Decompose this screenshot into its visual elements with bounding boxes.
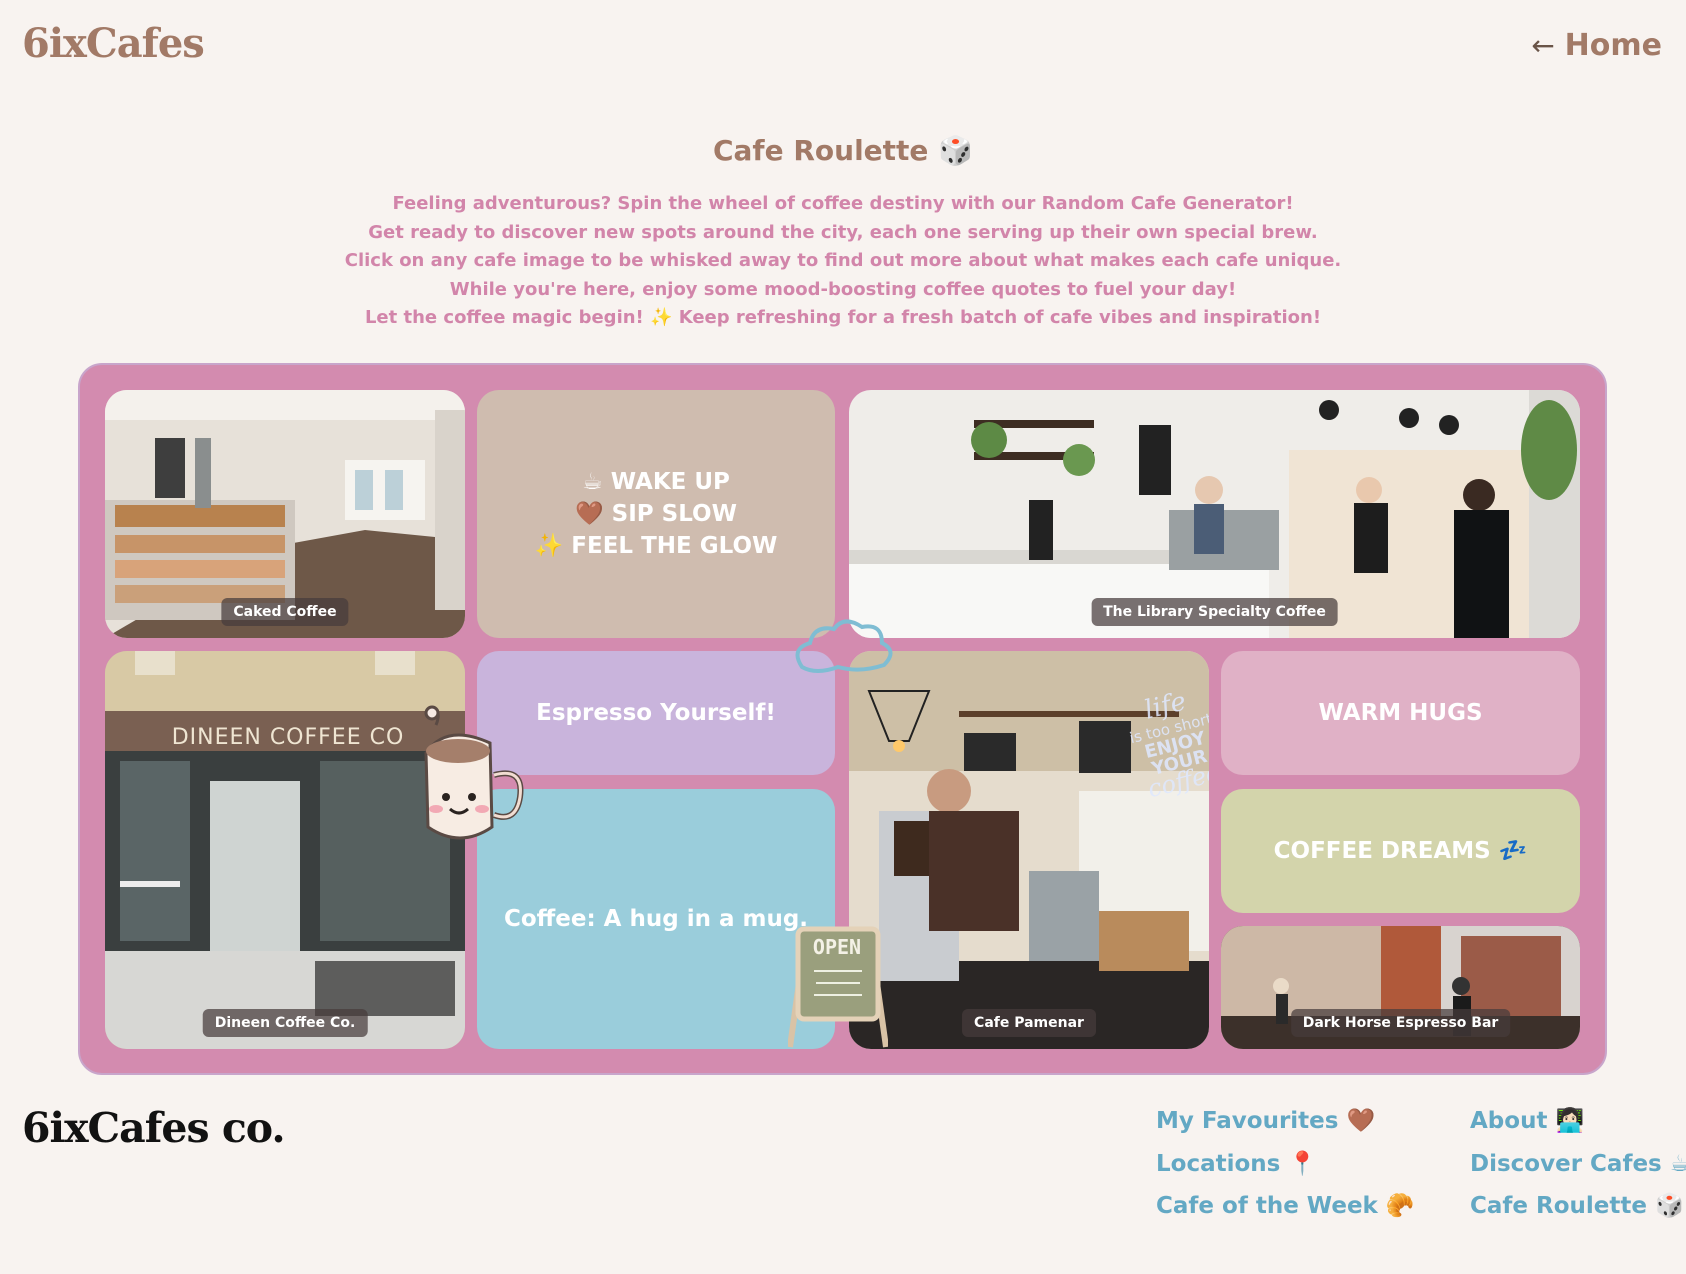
footer-logo[interactable]: 6ixCafes co. [22,1104,286,1152]
intro-line: Get ready to discover new spots around t… [368,221,1318,243]
cafe-caption: Dineen Coffee Co. [202,1009,368,1037]
cafe-photo [105,651,465,1049]
footer-link-locations[interactable]: Locations 📍 [1156,1147,1415,1190]
footer-link-about[interactable]: About 👩🏻‍💻 [1470,1104,1686,1147]
cafe-caption: The Library Specialty Coffee [1091,598,1338,626]
quote-text: COFFEE DREAMS 💤 [1273,838,1528,864]
intro-line: While you're here, enjoy some mood-boost… [449,278,1237,300]
footer-nav-column: About 👩🏻‍💻 Discover Cafes ☕ Cafe Roulett… [1470,1104,1686,1232]
mug-sticker-icon [424,705,524,840]
dineen-sign: DINEEN COFFEE CO [171,725,405,750]
intro-text: Feeling adventurous? Spin the wheel of c… [0,190,1686,333]
site-header: 6ixCafes ← Home [0,0,1686,100]
cafe-tile-caked-coffee[interactable]: Caked Coffee [105,390,465,638]
intro-line: Feeling adventurous? Spin the wheel of c… [392,193,1294,214]
quote-text: Coffee: A hug in a mug. [503,906,809,932]
quote-text: Espresso Yourself! [536,700,776,726]
quote-wake-up: ☕ WAKE UP 🤎 SIP SLOW ✨ FEEL THE GLOW [477,390,835,638]
quote-line: ✨ FEEL THE GLOW [534,533,778,559]
page-title: Cafe Roulette 🎲 [712,134,974,167]
quote-line: ☕ WAKE UP [582,469,730,495]
home-link-label: Home [1564,28,1662,63]
footer-link-discover-cafes[interactable]: Discover Cafes ☕ [1470,1147,1686,1190]
home-link[interactable]: ← Home [1531,28,1662,63]
footer-link-cafe-of-the-week[interactable]: Cafe of the Week 🥐 [1156,1189,1415,1232]
cafe-tile-cafe-pamenar[interactable]: life is too short ENJOY YOUR coffee Cafe… [849,651,1209,1049]
quote-line: 🤎 SIP SLOW [575,501,737,527]
quote-text: WARM HUGS [1318,700,1483,726]
roulette-board: Caked Coffee ☕ WAKE UP 🤎 SIP SLOW ✨ FEEL… [78,363,1607,1075]
cafe-caption: Dark Horse Espresso Bar [1290,1009,1511,1037]
cafe-tile-library-specialty-coffee[interactable]: The Library Specialty Coffee [849,390,1580,638]
footer-link-my-favourites[interactable]: My Favourites 🤎 [1156,1104,1415,1147]
intro-line: Click on any cafe image to be whisked aw… [344,250,1342,272]
footer-nav-column: My Favourites 🤎 Locations 📍 Cafe of the … [1156,1104,1415,1232]
cafe-tile-dineen-coffee[interactable]: DINEEN COFFEE CO Dineen Coffee Co. [105,651,465,1049]
quote-warm-hugs: WARM HUGS [1221,651,1580,775]
quote-coffee-dreams: COFFEE DREAMS 💤 [1221,789,1580,913]
cafe-caption: Caked Coffee [221,598,349,626]
cloud-doodle-icon [795,619,893,673]
footer-link-cafe-roulette[interactable]: Cafe Roulette 🎲 [1470,1189,1686,1232]
cafe-tile-dark-horse-espresso[interactable]: Dark Horse Espresso Bar [1221,926,1580,1049]
cafe-caption: Cafe Pamenar [962,1009,1096,1037]
site-logo[interactable]: 6ixCafes [22,20,205,67]
intro-line: Let the coffee magic begin! ✨ Keep refre… [364,307,1322,329]
open-sign-text: OPEN [812,935,862,959]
arrow-left-icon: ← [1531,29,1555,62]
